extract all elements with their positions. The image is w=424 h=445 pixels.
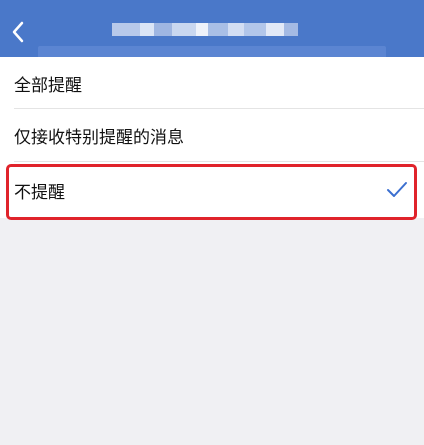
title-bar [0, 0, 424, 57]
option-no-reminders[interactable]: 不提醒 [0, 162, 424, 218]
page-title-obscured [112, 14, 312, 44]
notification-options-list: 全部提醒 仅接收特别提醒的消息 不提醒 [0, 57, 424, 218]
option-label: 不提醒 [14, 182, 65, 203]
chevron-left-icon [12, 21, 24, 43]
option-label: 仅接收特别提醒的消息 [14, 128, 184, 148]
option-label: 全部提醒 [14, 75, 82, 96]
title-tab-shape [38, 46, 386, 57]
checkmark-icon [387, 182, 407, 197]
option-all-reminders[interactable]: 全部提醒 [0, 57, 424, 109]
empty-background [0, 222, 424, 445]
option-special-reminders-only[interactable]: 仅接收特别提醒的消息 [0, 109, 424, 162]
back-button[interactable] [6, 18, 30, 46]
